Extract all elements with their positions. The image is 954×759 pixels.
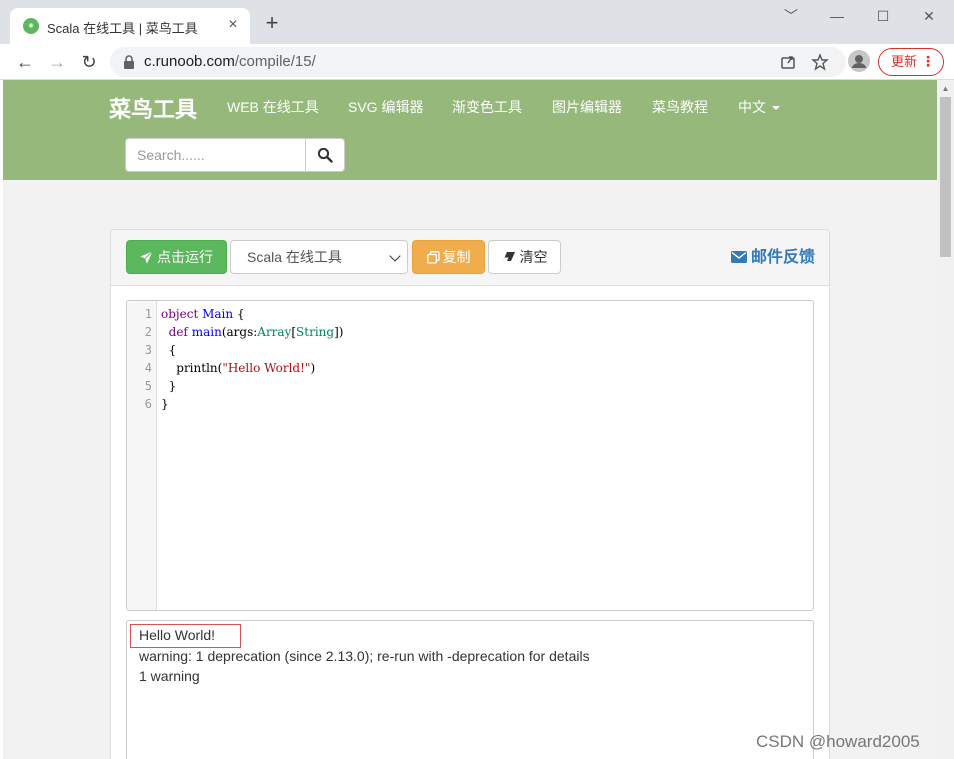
code-line: def main(args:Array[String]) xyxy=(161,325,344,339)
tab-search-icon[interactable]: ﹀ xyxy=(776,6,806,26)
address-bar[interactable]: c.runoob.com/compile/15/ xyxy=(110,47,846,77)
caret-down-icon xyxy=(772,106,780,111)
code-text: println( xyxy=(161,361,223,375)
code-line: { xyxy=(161,343,177,357)
output-line: warning: 1 deprecation (since 2.13.0); r… xyxy=(139,648,590,664)
output-line: Hello World! xyxy=(139,627,215,643)
code-type: Array xyxy=(257,325,292,339)
nav-image-editor[interactable]: 图片编辑器 xyxy=(552,97,622,117)
browser-toolbar: ← → ↻ c.runoob.com/compile/15/ 更新 ⋮ xyxy=(0,44,954,80)
code-text: { xyxy=(233,307,245,321)
clear-button[interactable]: 清空 xyxy=(488,240,561,274)
url-path: /compile/15/ xyxy=(234,53,316,70)
code-line: } xyxy=(161,397,169,411)
lock-icon xyxy=(124,55,134,69)
line-number: 1 xyxy=(144,307,152,321)
run-label: 点击运行 xyxy=(157,249,213,265)
line-number: 4 xyxy=(144,361,152,375)
scroll-up-icon[interactable]: ▲ xyxy=(937,80,954,97)
window-close-icon[interactable]: ✕ xyxy=(914,6,944,26)
line-number: 2 xyxy=(144,325,152,339)
line-number: 5 xyxy=(144,379,152,393)
tab-title: Scala 在线工具 | 菜鸟工具 xyxy=(47,21,198,36)
url-host: c.runoob.com xyxy=(144,53,235,70)
language-select[interactable]: Scala 在线工具 xyxy=(230,240,408,274)
code-line: println("Hello World!") xyxy=(161,361,315,375)
code-line: } xyxy=(161,379,177,393)
menu-dots-icon[interactable]: ⋮ xyxy=(921,49,935,74)
chevron-down-icon xyxy=(389,250,401,262)
line-number: 6 xyxy=(144,397,152,411)
page-scrollbar[interactable]: ▲ xyxy=(937,80,954,759)
send-icon xyxy=(140,251,153,264)
site-header: 菜鸟工具 WEB 在线工具 SVG 编辑器 渐变色工具 图片编辑器 菜鸟教程 中… xyxy=(3,80,937,180)
tab-close-icon[interactable]: × xyxy=(224,16,242,34)
envelope-icon xyxy=(730,251,747,263)
nav-runoob-tutorial[interactable]: 菜鸟教程 xyxy=(652,97,708,117)
code-editor[interactable]: 1 2 3 4 5 6 object Main { def main(args:… xyxy=(126,300,814,611)
line-number: 3 xyxy=(144,343,152,357)
language-selected: Scala 在线工具 xyxy=(247,249,342,265)
profile-avatar-icon[interactable] xyxy=(848,50,870,72)
back-arrow-icon[interactable]: ← xyxy=(14,51,36,73)
nav-language-label: 中文 xyxy=(738,99,766,115)
browser-tab-bar: ◉ Scala 在线工具 | 菜鸟工具 × + ﹀ — ☐ ✕ xyxy=(0,0,954,44)
scrollbar-thumb[interactable] xyxy=(940,97,951,257)
code-identifier: Main xyxy=(202,307,234,321)
compiler-panel: 点击运行 Scala 在线工具 复制 清空 邮件反馈 1 2 3 4 5 6 o… xyxy=(110,229,830,759)
nav-svg-editor[interactable]: SVG 编辑器 xyxy=(348,97,423,117)
runoob-favicon-icon: ◉ xyxy=(23,18,39,34)
new-tab-icon[interactable]: + xyxy=(262,12,282,34)
copy-button[interactable]: 复制 xyxy=(412,240,485,274)
code-text: ) xyxy=(310,361,316,375)
code-keyword: def xyxy=(168,325,188,339)
maximize-icon[interactable]: ☐ xyxy=(868,6,898,26)
nav-gradient-tool[interactable]: 渐变色工具 xyxy=(452,97,522,117)
search-input[interactable] xyxy=(125,138,306,172)
code-line: object Main { xyxy=(161,307,245,321)
reload-icon[interactable]: ↻ xyxy=(78,51,100,73)
page-viewport: 菜鸟工具 WEB 在线工具 SVG 编辑器 渐变色工具 图片编辑器 菜鸟教程 中… xyxy=(3,80,937,759)
output-line: 1 warning xyxy=(139,668,200,684)
code-identifier: main xyxy=(191,325,222,339)
code-string: "Hello World!" xyxy=(222,361,311,375)
code-keyword: object xyxy=(161,307,199,321)
code-text: ]) xyxy=(334,325,344,339)
line-number-gutter: 1 2 3 4 5 6 xyxy=(127,301,157,610)
url-text: c.runoob.com/compile/15/ xyxy=(144,53,316,70)
nav-language-dropdown[interactable]: 中文 xyxy=(738,97,780,117)
code-type: String xyxy=(296,325,335,339)
feedback-label: 邮件反馈 xyxy=(750,249,815,266)
share-icon[interactable] xyxy=(778,52,798,72)
run-button[interactable]: 点击运行 xyxy=(126,240,227,274)
bookmark-star-icon[interactable] xyxy=(810,52,830,72)
copy-label: 复制 xyxy=(442,249,471,265)
update-button[interactable]: 更新 ⋮ xyxy=(878,48,944,76)
browser-tab[interactable]: ◉ Scala 在线工具 | 菜鸟工具 × xyxy=(10,8,250,44)
nav-web-tools[interactable]: WEB 在线工具 xyxy=(227,97,319,117)
compiler-toolbar: 点击运行 Scala 在线工具 复制 清空 邮件反馈 xyxy=(111,230,829,286)
update-label: 更新 xyxy=(891,54,918,69)
site-brand[interactable]: 菜鸟工具 xyxy=(109,92,197,124)
code-text: (args: xyxy=(221,325,258,339)
csdn-watermark: CSDN @howard2005 xyxy=(756,732,920,751)
search-icon xyxy=(317,147,333,163)
email-feedback-link[interactable]: 邮件反馈 xyxy=(730,243,815,267)
copy-icon xyxy=(426,251,440,264)
eraser-icon xyxy=(502,252,515,261)
forward-arrow-icon[interactable]: → xyxy=(46,51,68,73)
clear-label: 清空 xyxy=(519,249,548,265)
output-panel: Hello World! warning: 1 deprecation (sin… xyxy=(126,620,814,759)
minimize-icon[interactable]: — xyxy=(822,6,852,26)
search-button[interactable] xyxy=(305,138,345,172)
